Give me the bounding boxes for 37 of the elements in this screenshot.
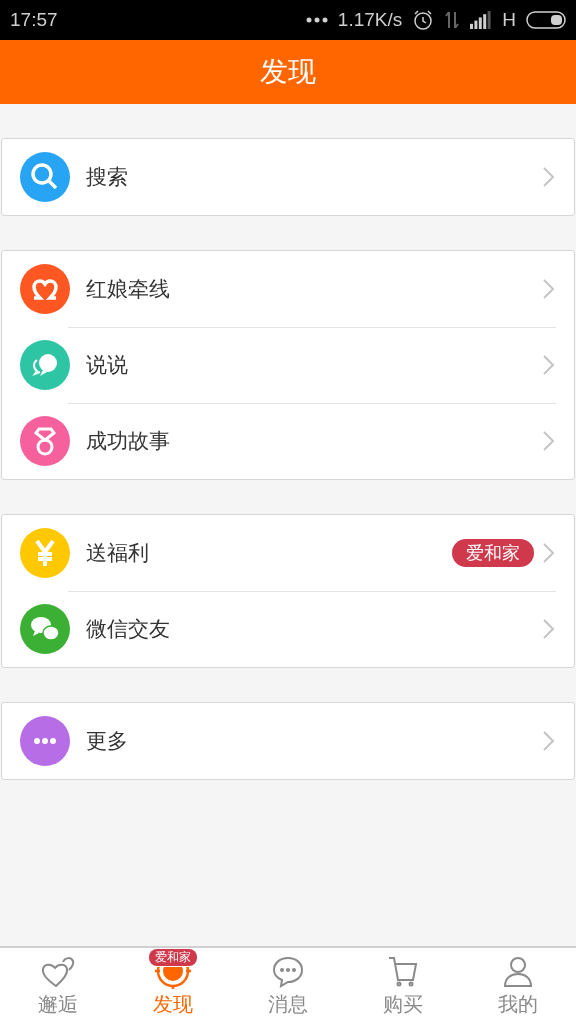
chevron-icon	[542, 278, 556, 300]
network-speed: 1.17K/s	[337, 9, 403, 31]
battery-icon	[526, 11, 566, 29]
menu-item[interactable]: 成功故事	[86, 427, 542, 455]
clock: 17:57	[10, 9, 58, 31]
ellipsis-icon	[20, 716, 70, 766]
target-icon	[152, 967, 193, 989]
tab[interactable]: 购买	[345, 948, 461, 1024]
tab[interactable]: 爱和家 发现	[115, 948, 231, 1024]
promo-badge: 爱和家	[452, 539, 534, 567]
menu-item[interactable]: 红娘牵线	[86, 275, 542, 303]
data-transfer-icon	[444, 10, 461, 30]
ellipsis-icon	[305, 16, 328, 24]
chevron-icon	[542, 618, 556, 640]
chevron-icon	[542, 542, 556, 564]
chevron-icon	[542, 430, 556, 452]
menu-item[interactable]: 说说	[86, 351, 542, 379]
yen-icon	[20, 528, 70, 578]
menu-item[interactable]: 更多	[86, 727, 542, 755]
signal-icon	[470, 11, 493, 29]
network-type: H	[502, 9, 516, 31]
menu-item[interactable]: 搜索	[86, 163, 542, 191]
search-icon	[20, 152, 70, 202]
wechat-icon	[20, 604, 70, 654]
menu-item[interactable]: 送福利	[86, 539, 452, 567]
chevron-icon	[542, 730, 556, 752]
menu-item[interactable]: 微信交友	[86, 615, 542, 643]
matchmaker-icon	[20, 264, 70, 314]
ring-icon	[20, 416, 70, 466]
tab-badge: 爱和家	[148, 949, 197, 966]
chevron-icon	[542, 166, 556, 188]
tab[interactable]: 消息	[230, 948, 346, 1024]
chat-icon	[20, 340, 70, 390]
page-title: 发现	[260, 54, 316, 90]
chevron-icon	[542, 354, 556, 376]
tab[interactable]: 我的	[460, 948, 576, 1024]
alarm-icon	[412, 9, 435, 31]
